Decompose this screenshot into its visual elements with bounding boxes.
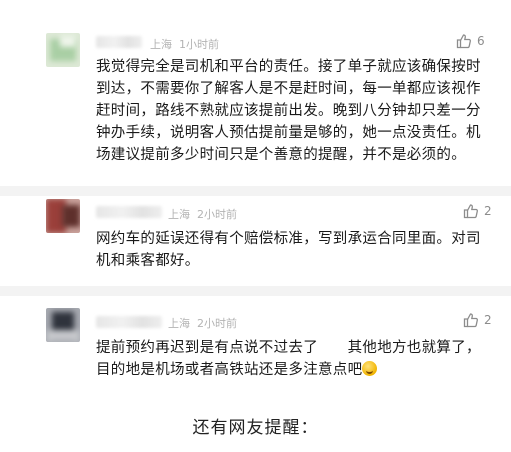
divider bbox=[0, 186, 511, 196]
like-count: 6 bbox=[477, 34, 485, 48]
comment-line: 赶时间，路线不熟就应该提前出发。晚到八分钟却只差一分 bbox=[96, 103, 481, 119]
thumbs-up-icon bbox=[463, 313, 478, 328]
like-count: 2 bbox=[484, 204, 492, 218]
comment-meta: 上海 2小时前 bbox=[168, 315, 237, 331]
avatar-blur bbox=[60, 35, 76, 47]
comment-line: 目的地是机场或者高铁站还是多注意点吧 bbox=[96, 359, 481, 381]
comment-meta: 上海 2小时前 bbox=[168, 206, 237, 222]
comment-text: 我觉得完全是司机和平台的责任。接了单子就应该确保按时 到达，不需要你了解客人是不… bbox=[96, 56, 481, 166]
avatar[interactable] bbox=[46, 33, 80, 67]
comment-text: 网约车的延误还得有个赔偿标准，写到承运合同里面。对司 机和乘客都好。 bbox=[96, 228, 481, 272]
avatar-blur bbox=[62, 205, 80, 227]
username-blurred[interactable] bbox=[96, 206, 162, 218]
comment-line: 我觉得完全是司机和平台的责任。接了单子就应该确保按时 bbox=[96, 59, 481, 75]
avatar[interactable] bbox=[46, 308, 80, 342]
timestamp: 1小时前 bbox=[179, 38, 219, 51]
location-text: 上海 bbox=[168, 208, 190, 221]
comment-card: 上海 2小时前 2 网约车的延误还得有个赔偿标准，写到承运合同里面。对司 机和乘… bbox=[0, 196, 511, 286]
comment-card: 上海 1小时前 6 我觉得完全是司机和平台的责任。接了单子就应该确保按时 到达，… bbox=[0, 0, 511, 186]
timestamp: 2小时前 bbox=[197, 208, 237, 221]
comment-line: 钟办手续，说明客人预估提前量是够的，她一点没责任。机 bbox=[96, 125, 481, 141]
like-button[interactable]: 2 bbox=[463, 203, 492, 219]
divider bbox=[0, 286, 511, 296]
like-button[interactable]: 2 bbox=[463, 312, 492, 328]
username-blurred[interactable] bbox=[96, 316, 162, 328]
location-text: 上海 bbox=[150, 38, 172, 51]
thumbs-up-icon bbox=[463, 204, 478, 219]
like-button[interactable]: 6 bbox=[456, 33, 485, 49]
comment-meta: 上海 1小时前 bbox=[150, 36, 219, 52]
timestamp: 2小时前 bbox=[197, 317, 237, 330]
avatar[interactable] bbox=[46, 199, 80, 233]
location-text: 上海 bbox=[168, 317, 190, 330]
comment-line: 提前预约再迟到是有点说不过去了 其他地方也就算了， bbox=[96, 340, 481, 356]
comment-line: 网约车的延误还得有个赔偿标准，写到承运合同里面。对司 bbox=[96, 231, 481, 247]
grimace-emoji-icon bbox=[362, 361, 378, 376]
avatar-blur bbox=[46, 330, 80, 342]
comment-line: 机和乘客都好。 bbox=[96, 253, 200, 269]
username-blurred[interactable] bbox=[96, 36, 142, 48]
footer-title: 还有网友提醒： bbox=[192, 418, 319, 438]
comment-line: 到达，不需要你了解客人是不是赶时间，每一单都应该视作 bbox=[96, 81, 481, 97]
like-count: 2 bbox=[484, 313, 492, 327]
thumbs-up-icon bbox=[456, 34, 471, 49]
comment-line: 场建议提前多少时间只是个善意的提醒，并不是必须的。 bbox=[96, 147, 466, 163]
comment-line-text: 目的地是机场或者高铁站还是多注意点吧 bbox=[96, 362, 363, 378]
comment-card: 上海 2小时前 2 提前预约再迟到是有点说不过去了 其他地方也就算了， 目的地是… bbox=[0, 296, 511, 386]
comment-text: 提前预约再迟到是有点说不过去了 其他地方也就算了， 目的地是机场或者高铁站还是多… bbox=[96, 337, 481, 381]
